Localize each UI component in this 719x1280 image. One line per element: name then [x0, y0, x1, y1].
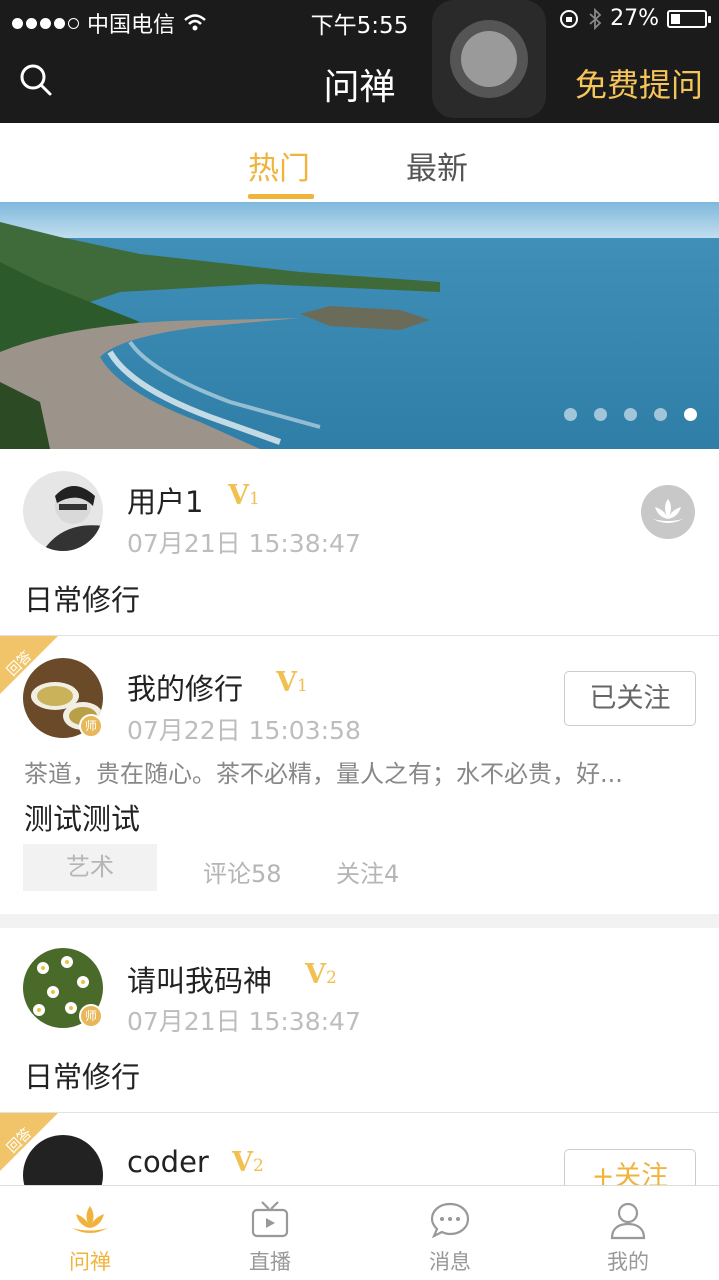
tab-label: 我的 — [607, 1250, 649, 1274]
post-card[interactable]: 回答 coder V2 +关注 — [0, 1113, 719, 1185]
tab-latest[interactable]: 最新 — [406, 143, 468, 188]
battery-percent: 27% — [610, 6, 659, 31]
post-card[interactable]: 用户1 V1 07月21日 15:38:47 日常修行 — [0, 449, 719, 635]
carousel-dots — [564, 408, 697, 421]
post-author[interactable]: coder — [127, 1145, 209, 1179]
lotus-icon — [72, 1206, 108, 1233]
tab-live[interactable]: 直播 — [210, 1186, 330, 1280]
tab-label: 直播 — [249, 1250, 291, 1274]
feed-tabs: 热门 最新 — [0, 123, 719, 202]
status-bar: 中国电信 下午5:55 27% — [0, 0, 719, 40]
level-badge: V1 — [228, 480, 260, 511]
post-title[interactable]: 测试测试 — [24, 796, 140, 838]
post-card[interactable]: 回答 师 我的修行 V1 07月22日 15:03:58 已关注 茶道，贵在随心… — [0, 636, 719, 914]
tab-hot[interactable]: 热门 — [248, 143, 310, 188]
level-badge: V2 — [232, 1147, 264, 1178]
tv-icon — [251, 1201, 289, 1238]
post-author[interactable]: 我的修行 — [127, 666, 243, 708]
teacher-badge: 师 — [79, 1004, 103, 1028]
person-icon — [610, 1202, 646, 1240]
chat-icon — [430, 1202, 470, 1239]
teacher-badge: 师 — [79, 714, 103, 738]
banner-carousel[interactable] — [0, 202, 719, 449]
carousel-dot[interactable] — [594, 408, 607, 421]
carousel-dot[interactable] — [654, 408, 667, 421]
post-time: 07月21日 15:38:47 — [127, 1007, 361, 1036]
tab-label: 消息 — [429, 1250, 471, 1274]
tab-indicator — [248, 194, 314, 199]
rotation-lock-icon — [560, 9, 579, 28]
tab-mine[interactable]: 我的 — [568, 1186, 688, 1280]
tab-wenchan[interactable]: 问禅 — [30, 1186, 150, 1280]
follow-count[interactable]: 关注4 — [336, 854, 399, 889]
free-ask-button[interactable]: 免费提问 — [575, 60, 703, 106]
bottom-tab-bar: 问禅 直播 消息 我的 — [0, 1185, 719, 1280]
tab-messages[interactable]: 消息 — [390, 1186, 510, 1280]
carousel-dot[interactable] — [564, 408, 577, 421]
category-tag[interactable]: 艺术 — [23, 844, 157, 891]
tab-label: 问禅 — [69, 1250, 111, 1274]
post-time: 07月22日 15:03:58 — [127, 716, 361, 745]
carousel-dot[interactable] — [684, 408, 697, 421]
avatar[interactable] — [23, 471, 103, 551]
post-card[interactable]: 师 请叫我码神 V2 07月21日 15:38:47 日常修行 — [0, 928, 719, 1112]
carousel-dot[interactable] — [624, 408, 637, 421]
post-excerpt[interactable]: 茶道，贵在随心。茶不必精，量人之有；水不必贵，好... — [24, 754, 696, 789]
follow-button[interactable]: +关注 — [564, 1149, 696, 1185]
bluetooth-icon — [589, 7, 602, 30]
comment-count[interactable]: 评论58 — [203, 854, 282, 889]
lotus-icon[interactable] — [641, 485, 695, 539]
post-title[interactable]: 日常修行 — [24, 1054, 140, 1096]
level-badge: V2 — [305, 959, 337, 990]
post-time: 07月21日 15:38:47 — [127, 529, 361, 558]
level-badge: V1 — [276, 667, 308, 698]
post-author[interactable]: 请叫我码神 — [127, 958, 272, 1000]
assistive-touch-button[interactable] — [432, 0, 546, 118]
followed-button[interactable]: 已关注 — [564, 671, 696, 726]
post-title[interactable]: 日常修行 — [24, 577, 140, 619]
nav-bar: 问禅 免费提问 — [0, 40, 719, 123]
post-author[interactable]: 用户1 — [127, 479, 203, 521]
battery-icon — [667, 9, 711, 28]
status-right: 27% — [558, 6, 711, 31]
